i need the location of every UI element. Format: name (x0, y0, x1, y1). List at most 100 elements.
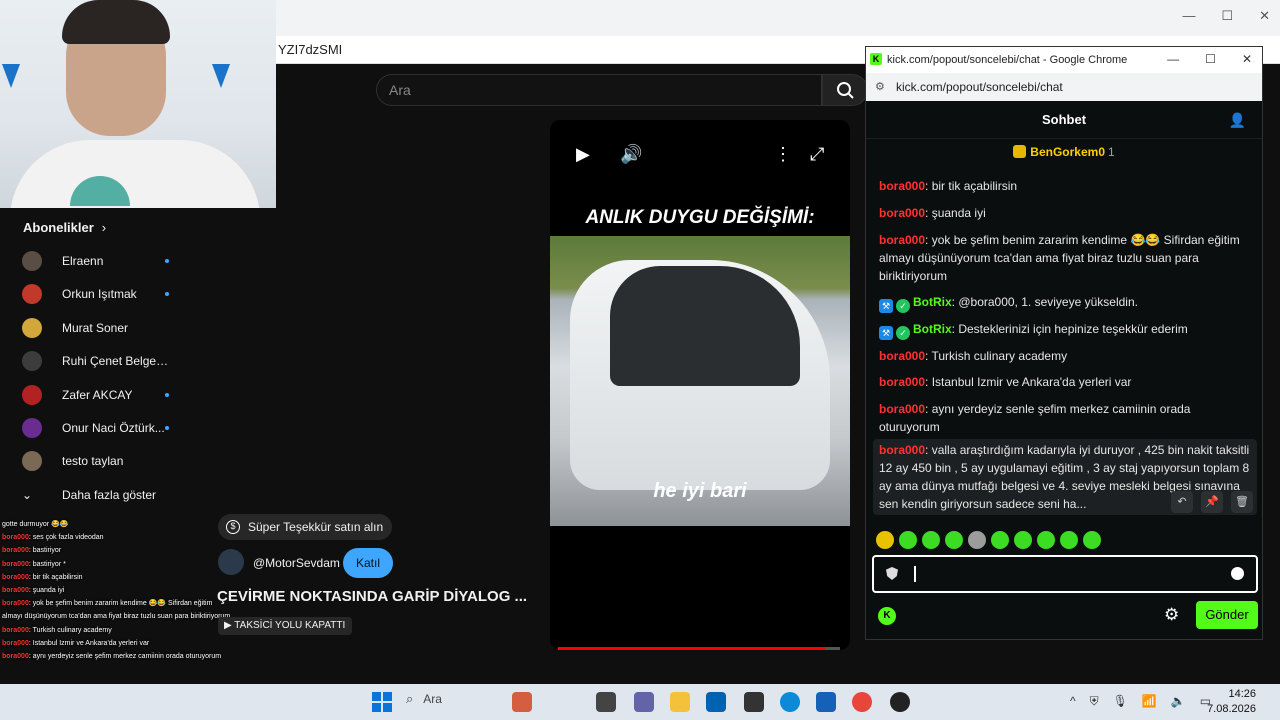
chat-username[interactable]: bora000 (879, 179, 925, 193)
chat-message[interactable]: bora000: Istanbul Izmir ve Ankara'da yer… (879, 373, 1251, 391)
site-info-icon[interactable]: ⚙ (875, 80, 885, 93)
chat-username[interactable]: bora000 (879, 349, 925, 363)
windows-start-icon[interactable] (372, 692, 392, 712)
play-icon[interactable]: ▶ (576, 144, 590, 165)
chat-message[interactable]: bora000: bir tik açabilirsin (879, 177, 1251, 195)
sidebar-item-channel[interactable]: Ruhi Çenet Belgese... (22, 346, 202, 376)
task-view-icon[interactable] (596, 692, 616, 712)
chat-url[interactable]: kick.com/popout/soncelebi/chat (896, 80, 1063, 94)
fullscreen-icon[interactable]: ⤢ (810, 144, 824, 165)
store-icon[interactable] (706, 692, 726, 712)
gift-leaderboard: BenGorkem0 1 (866, 145, 1262, 159)
chrome-icon[interactable] (852, 692, 872, 712)
reply-icon[interactable]: ↶ (1171, 491, 1193, 513)
chat-username[interactable]: bora000 (879, 233, 925, 247)
emote-icon[interactable] (968, 531, 986, 549)
chat-username[interactable]: BotRix (913, 295, 952, 309)
edge-icon[interactable] (780, 692, 800, 712)
taskbar-search[interactable]: ⌕ Ara (406, 691, 556, 715)
channel-avatar[interactable] (218, 549, 244, 575)
emote-icon[interactable] (899, 531, 917, 549)
app-icon[interactable] (816, 692, 836, 712)
sidebar-item-channel[interactable]: Zafer AKCAY (22, 380, 202, 410)
emote-icon[interactable] (945, 531, 963, 549)
widget-icon[interactable] (512, 692, 532, 712)
minimize-icon[interactable]: — (1182, 8, 1195, 24)
emote-icon[interactable] (1037, 531, 1055, 549)
speaker-icon[interactable]: 🔈 (1171, 694, 1186, 709)
subscriptions-title[interactable]: Abonelikler › (23, 220, 106, 235)
emote-icon[interactable] (1060, 531, 1078, 549)
channel-name[interactable]: @MotorSevdam (253, 556, 340, 570)
emote-icon[interactable] (922, 531, 940, 549)
pin-icon[interactable]: 📌 (1201, 491, 1223, 513)
show-more-button[interactable]: ⌄ Daha fazla göster (22, 480, 202, 510)
emote-icon[interactable] (1014, 531, 1032, 549)
text-caret (914, 566, 916, 582)
chat-username[interactable]: bora000 (879, 375, 925, 389)
app-icon[interactable] (890, 692, 910, 712)
send-button[interactable]: Gönder (1196, 601, 1258, 629)
chat-message[interactable]: bora000: yok be şefim benim zararim kend… (879, 231, 1251, 285)
more-options-icon[interactable]: ⋮ (774, 144, 792, 165)
decor-right-icon (212, 64, 230, 88)
gear-icon[interactable]: ⚙ (1164, 605, 1179, 625)
address-url[interactable]: YZI7dzSMI (278, 42, 342, 57)
live-dot (165, 259, 169, 263)
chat-username[interactable]: BotRix (913, 322, 952, 336)
sidebar-item-label: Elraenn (62, 254, 104, 268)
file-explorer-icon[interactable] (670, 692, 690, 712)
chat-username[interactable]: bora000 (879, 443, 925, 457)
video-tag[interactable]: ▶ TAKSİCİ YOLU KAPATTI (218, 617, 353, 635)
chevron-right-icon: › (101, 220, 107, 235)
chat-message-input[interactable] (872, 555, 1258, 593)
emote-icon[interactable] (991, 531, 1009, 549)
taskbar-clock[interactable]: 14:26 7.08.2026 (1207, 687, 1256, 717)
maximize-icon[interactable]: ☐ (1221, 8, 1233, 24)
chat-header: Sohbet 👤 (866, 101, 1262, 139)
chat-message[interactable]: bora000: aynı yerdeyiz senle şefim merke… (879, 400, 1251, 436)
emote-icon[interactable] (876, 531, 894, 549)
kick-points-icon[interactable]: K (878, 607, 896, 625)
maximize-icon[interactable]: ☐ (1205, 52, 1216, 66)
teams-icon[interactable] (634, 692, 654, 712)
close-icon[interactable]: ✕ (1259, 8, 1270, 24)
user-list-icon[interactable]: 👤 (1229, 101, 1246, 139)
live-dot (165, 292, 169, 297)
emoji-picker-icon[interactable] (1231, 567, 1244, 580)
emote-icon[interactable] (1083, 531, 1101, 549)
sidebar-item-channel[interactable]: testo taylan (22, 446, 202, 476)
search-input[interactable]: Ara (376, 74, 822, 106)
video-title[interactable]: ÇEVİRME NOKTASINDA GARİP DİYALOG ... (217, 588, 547, 605)
chat-username[interactable]: bora000 (879, 402, 925, 416)
chat-address-bar[interactable]: ⚙ kick.com/popout/soncelebi/chat (866, 73, 1262, 101)
sidebar-item-label: Murat Soner (62, 320, 129, 335)
webcam-shirt (10, 140, 260, 208)
chat-username[interactable]: bora000 (879, 206, 925, 220)
play-small-icon: ▶ (224, 620, 235, 631)
chevron-up-icon[interactable]: ^ (1070, 694, 1076, 709)
overlay-text: : bir tik açabilirsin (28, 573, 83, 581)
app-icon[interactable] (744, 692, 764, 712)
sidebar-item-channel[interactable]: Murat Soner (22, 313, 202, 343)
minimize-icon[interactable]: — (1167, 52, 1179, 66)
video-player[interactable]: ▶ 🔊 ⋮ ⤢ ANLIK DUYGU DEĞİŞİMİ: he iyi bar… (550, 120, 850, 650)
chat-message[interactable]: ⚒ ✓ BotRix: @bora000, 1. seviyeye yükseldi… (879, 293, 1251, 313)
super-thanks-button[interactable]: $ Süper Teşekkür satın alın (218, 514, 392, 540)
progress-bar[interactable] (558, 647, 840, 650)
chat-message[interactable]: bora000: Turkish culinary academy (879, 347, 1251, 365)
search-button[interactable] (822, 74, 868, 106)
chat-message[interactable]: bora000: şuanda iyi (879, 204, 1251, 222)
sidebar-item-channel[interactable]: Onur Naci Öztürk... (22, 413, 202, 443)
sidebar-item-channel[interactable]: Elraenn (22, 246, 202, 276)
wifi-icon[interactable]: 📶 (1142, 694, 1157, 709)
join-button[interactable]: Katıl (343, 548, 393, 578)
sidebar-item-channel[interactable]: Orkun Işıtmak (22, 279, 202, 309)
microphone-icon[interactable]: 🎙 (1113, 694, 1128, 709)
avatar (22, 384, 42, 405)
delete-icon[interactable]: 🗑 (1231, 491, 1253, 513)
volume-icon[interactable]: 🔊 (620, 144, 642, 165)
close-icon[interactable]: ✕ (1242, 52, 1252, 66)
security-icon[interactable]: ⛨ (1090, 694, 1099, 709)
chat-message[interactable]: ⚒ ✓ BotRix: Desteklerinizi için hepinize t… (879, 320, 1251, 340)
